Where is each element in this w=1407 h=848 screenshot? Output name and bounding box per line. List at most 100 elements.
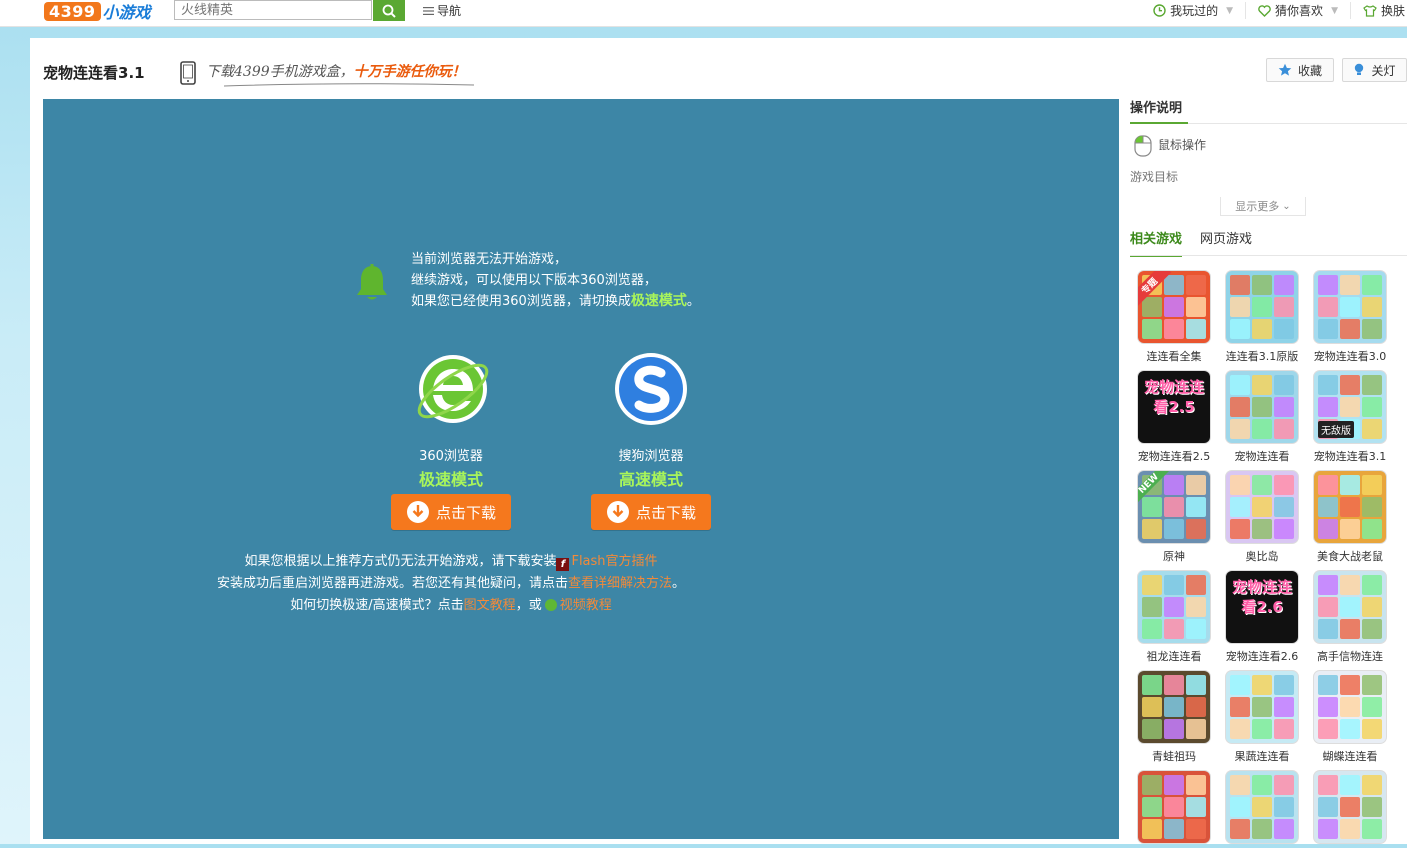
thumbnail-tiles [1318,775,1382,839]
thumbnail-tile [1142,297,1162,317]
search-input[interactable] [174,0,372,20]
thumbnail-tile [1230,297,1250,317]
related-game-item[interactable] [1218,771,1306,848]
thumbnail-tile [1142,697,1162,717]
related-game-item[interactable]: 宠物连连看3.0 [1306,271,1394,364]
download-360-button[interactable]: 点击下载 [391,494,511,530]
related-game-item[interactable]: 奥比岛 [1218,471,1306,564]
game-thumbnail [1226,371,1298,443]
video-tutorial-link[interactable]: 视频教程 [560,598,612,613]
lightbulb-icon [1355,63,1364,75]
thumbnail-tile [1362,697,1382,717]
thumbnail-tile [1252,497,1272,517]
thumbnail-tile [1186,297,1206,317]
related-game-item[interactable]: 宠物连连看2.5 宠物连连看2.5 [1130,371,1218,464]
browser-notice: 当前浏览器无法开始游戏， 继续游戏，可以使用以下版本360浏览器， 如果您已经使… [411,249,700,312]
related-game-item[interactable] [1306,771,1394,848]
related-game-item[interactable]: 专题 连连看全集 [1130,271,1218,364]
thumbnail-tile [1142,819,1162,839]
show-more-button[interactable]: 显示更多 ⌄ [1220,197,1306,216]
app-promo-link[interactable]: 下载4399手机游戏盒，十万手游任你玩！ [206,61,466,81]
played-games-menu[interactable]: 我玩过的 ▼ [1141,2,1247,19]
thumbnail-tile [1362,675,1382,695]
thumbnail-tile [1340,397,1360,417]
related-game-label: 奥比岛 [1245,550,1279,563]
thumbnail-tile [1340,619,1360,639]
skin-button[interactable]: 换肤 [1351,2,1407,19]
thumbnail-tile [1142,597,1162,617]
thumbnail-tiles [1230,775,1294,839]
related-game-item[interactable]: 宠物连连看 [1218,371,1306,464]
browser-sogou: 搜狗浏览器 高速模式 [581,349,721,490]
thumbnail-tile [1362,575,1382,595]
notice-highlight: 极速模式 [630,293,687,309]
related-game-item[interactable]: 高手信物连连 [1306,571,1394,664]
ie-360-logo-icon [417,355,489,423]
thumbnail-tile [1164,697,1184,717]
tab-related-games[interactable]: 相关游戏 [1130,228,1183,257]
thumbnail-tile [1186,775,1206,795]
browser-360-mode: 极速模式 [418,470,483,489]
sogou-logo-icon [615,353,687,425]
download-sogou-button[interactable]: 点击下载 [591,494,711,530]
thumbnail-tile [1186,819,1206,839]
related-game-item[interactable]: 祖龙连连看 [1130,571,1218,664]
flash-plugin-link[interactable]: Flash官方插件 [571,554,657,569]
thumbnail-tile [1318,819,1338,839]
related-game-item[interactable] [1130,771,1218,848]
related-game-item[interactable]: 蝴蝶连连看 [1306,671,1394,764]
browser-sogou-name: 搜狗浏览器 [618,449,684,464]
thumbnail-tile [1340,475,1360,495]
thumbnail-tile [1142,775,1162,795]
tab-web-games[interactable]: 网页游戏 [1200,228,1252,257]
site-logo[interactable]: 4399 小游戏 [44,0,151,22]
thumbnail-tile [1340,497,1360,517]
thumbnail-tile [1318,497,1338,517]
thumbnail-tile [1274,719,1294,739]
thumbnail-tile [1186,575,1206,595]
lights-off-button[interactable]: 关灯 [1342,58,1407,82]
thumbnail-tile [1274,697,1294,717]
thumbnail-tile [1318,675,1338,695]
thumbnail-tile [1252,297,1272,317]
related-game-item[interactable]: 青蛙祖玛 [1130,671,1218,764]
thumbnail-tile [1340,597,1360,617]
related-game-item[interactable]: 无敌版 宠物连连看3.1 [1306,371,1394,464]
mouse-icon [1134,135,1152,157]
game-thumbnail [1314,671,1386,743]
nav-menu-button[interactable]: 导航 [423,2,461,19]
picture-tutorial-link[interactable]: 图文教程 [464,598,516,613]
thumbnail-tile [1252,419,1272,439]
game-thumbnail [1314,471,1386,543]
sidebar-tabs: 相关游戏 网页游戏 [1130,228,1252,257]
related-game-item[interactable]: 连连看3.1原版 [1218,271,1306,364]
game-thumbnail [1314,271,1386,343]
likes-menu[interactable]: 猜你喜欢 ▼ [1246,2,1351,19]
related-game-item[interactable]: 宠物连连看2.6 宠物连连看2.6 [1218,571,1306,664]
thumbnail-tile [1230,397,1250,417]
thumbnail-tile [1164,819,1184,839]
thumbnail-tile [1252,375,1272,395]
thumbnail-tile [1274,519,1294,539]
menu-icon [423,6,434,15]
thumbnail-tile [1274,475,1294,495]
version-tag: 无敌版 [1318,421,1354,438]
related-game-item[interactable]: NEW 原神 [1130,471,1218,564]
thumbnail-tiles [1230,475,1294,539]
thumbnail-tile [1274,675,1294,695]
related-game-item[interactable]: 美食大战老鼠 [1306,471,1394,564]
thumbnail-tile [1362,275,1382,295]
thumbnail-tile [1362,319,1382,339]
related-game-item[interactable]: 果蔬连连看 [1218,671,1306,764]
star-icon [1278,63,1292,76]
search-button[interactable] [373,0,405,21]
thumbnail-tile [1230,419,1250,439]
thumbnail-tiles [1142,575,1206,639]
related-game-label: 宠物连连看 [1234,450,1290,463]
favorite-button[interactable]: 收藏 [1266,58,1334,82]
solution-link[interactable]: 查看详细解决方法 [568,576,672,591]
thumbnail-tile [1186,319,1206,339]
game-thumbnail: 宠物连连看2.6 [1226,571,1298,643]
top-right-menu: 我玩过的 ▼ 猜你喜欢 ▼ 换肤 [1141,2,1407,19]
thumbnail-tile [1318,275,1338,295]
